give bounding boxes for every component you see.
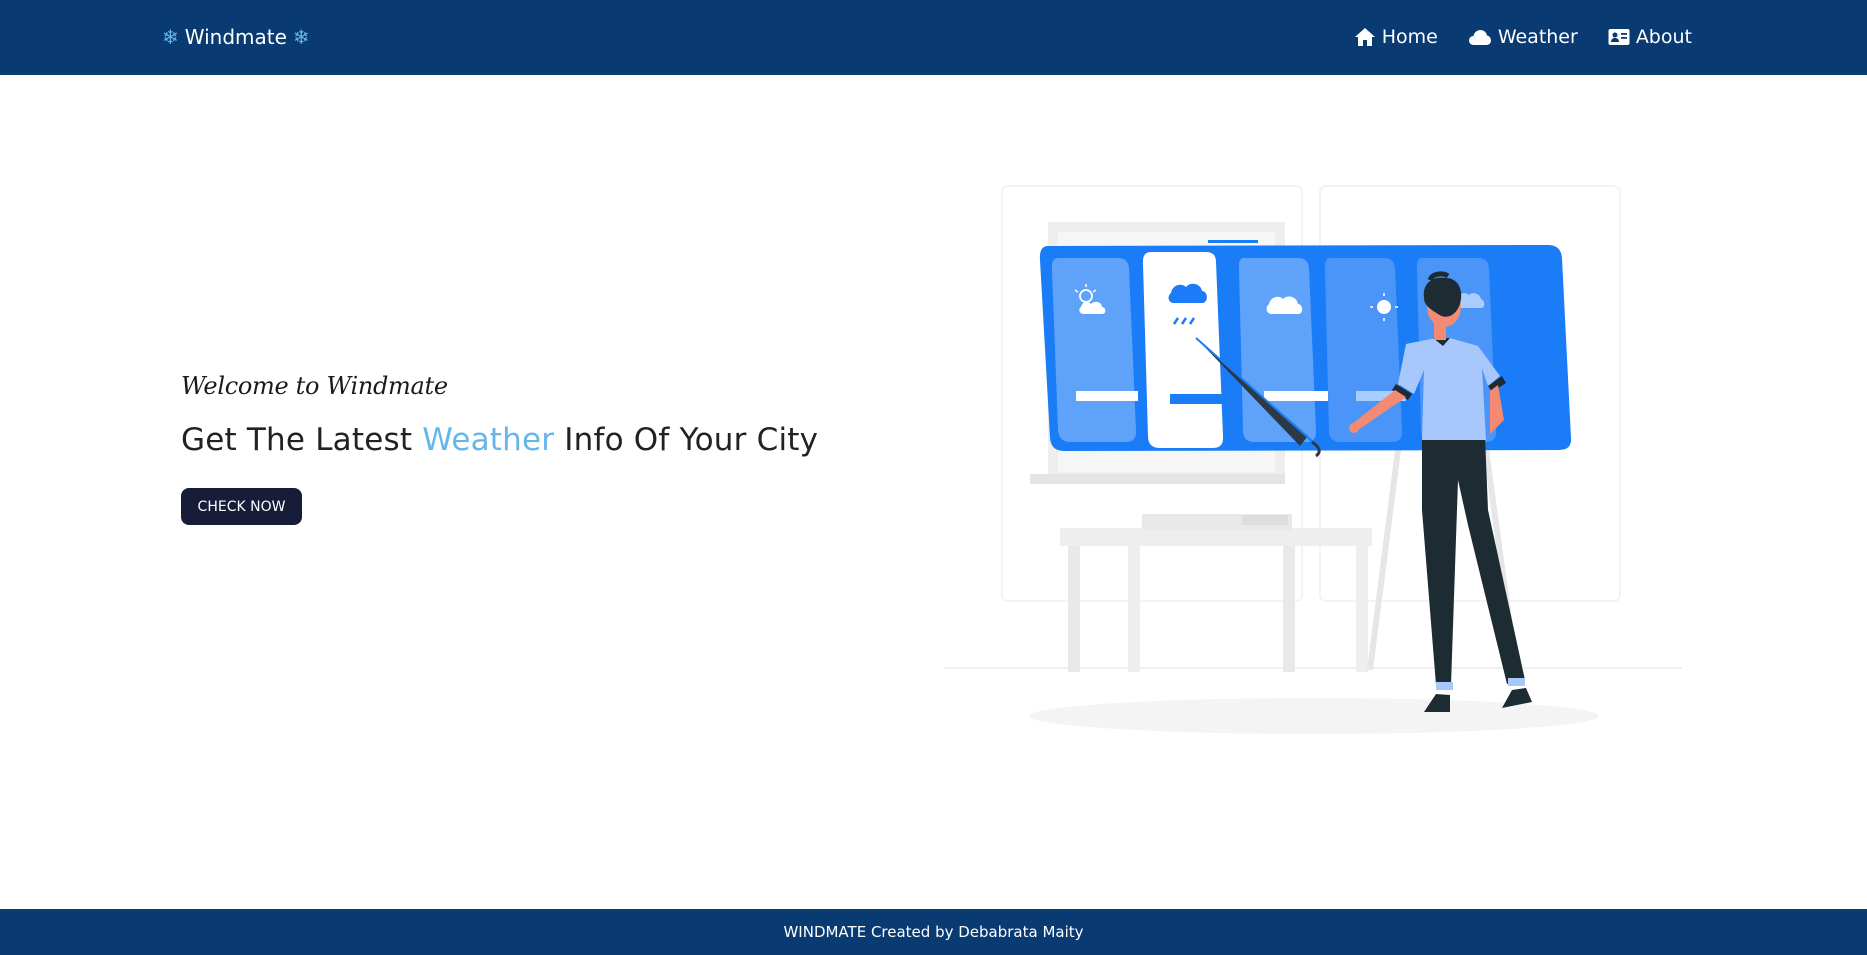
headline-accent: Weather — [422, 422, 555, 458]
hero-text: Welcome to Windmate Get The Latest Weath… — [181, 372, 881, 525]
nav-weather-link[interactable]: Weather — [1468, 26, 1578, 48]
check-now-button[interactable]: CHECK NOW — [181, 488, 302, 525]
cloud-icon — [1468, 28, 1492, 46]
home-icon — [1354, 27, 1376, 47]
navbar: ❄ Windmate ❄ Home Weather About — [0, 0, 1867, 75]
snowflake-icon: ❄ — [292, 25, 310, 49]
nav-about-label: About — [1635, 26, 1692, 48]
headline: Get The Latest Weather Info Of Your City — [181, 422, 881, 458]
welcome-text: Welcome to Windmate — [181, 372, 448, 400]
headline-start: Get The Latest — [181, 422, 423, 458]
snowflake-icon: ❄ — [162, 25, 179, 49]
nav-links: Home Weather About — [1354, 22, 1692, 52]
weather-illustration — [938, 180, 1688, 740]
nav-home-label: Home — [1381, 26, 1438, 48]
nav-home-link[interactable]: Home — [1354, 26, 1438, 48]
footer: WINDMATE Created by Debabrata Maity — [0, 909, 1867, 955]
nav-about-link[interactable]: About — [1608, 26, 1692, 48]
illustration-svg — [944, 185, 1682, 734]
nav-weather-label: Weather — [1497, 26, 1578, 48]
footer-credit: WINDMATE Created by Debabrata Maity — [783, 923, 1084, 941]
id-card-icon — [1608, 28, 1630, 46]
brand-link[interactable]: ❄ Windmate ❄ — [162, 22, 310, 52]
headline-end: Info Of Your City — [554, 422, 819, 458]
brand-name: Windmate — [184, 25, 287, 49]
